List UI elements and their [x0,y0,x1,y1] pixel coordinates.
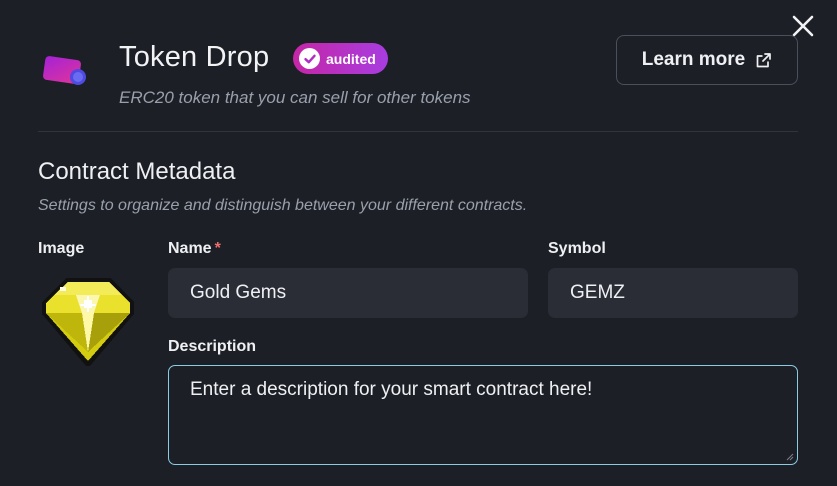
external-link-icon [756,52,772,67]
symbol-input-value: GEMZ [570,282,625,303]
gem-image[interactable] [38,270,139,370]
name-label: Name * [168,240,221,258]
check-circle-icon [299,48,320,69]
name-label-text: Name [168,240,212,257]
symbol-input[interactable]: GEMZ [548,268,798,318]
learn-more-label: Learn more [641,49,746,70]
resize-handle-icon[interactable] [784,451,794,461]
description-label: Description [168,338,257,355]
name-input-value: Gold Gems [190,282,287,303]
description-placeholder: Enter a description for your smart contr… [190,379,593,400]
page-title: Token Drop [119,41,270,73]
description-textarea[interactable]: Enter a description for your smart contr… [168,365,798,465]
learn-more-button[interactable]: Learn more [616,35,798,85]
section-subtitle: Settings to organize and distinguish bet… [38,197,528,214]
token-drop-icon [43,56,86,85]
audited-badge: audited [293,43,388,74]
name-input[interactable]: Gold Gems [168,268,528,318]
page-subtitle: ERC20 token that you can sell for other … [119,88,471,107]
image-label: Image [38,240,85,257]
symbol-label: Symbol [548,240,606,257]
required-mark: * [214,240,221,257]
badge-label: audited [326,50,376,67]
divider [38,131,798,132]
section-title: Contract Metadata [38,158,236,185]
